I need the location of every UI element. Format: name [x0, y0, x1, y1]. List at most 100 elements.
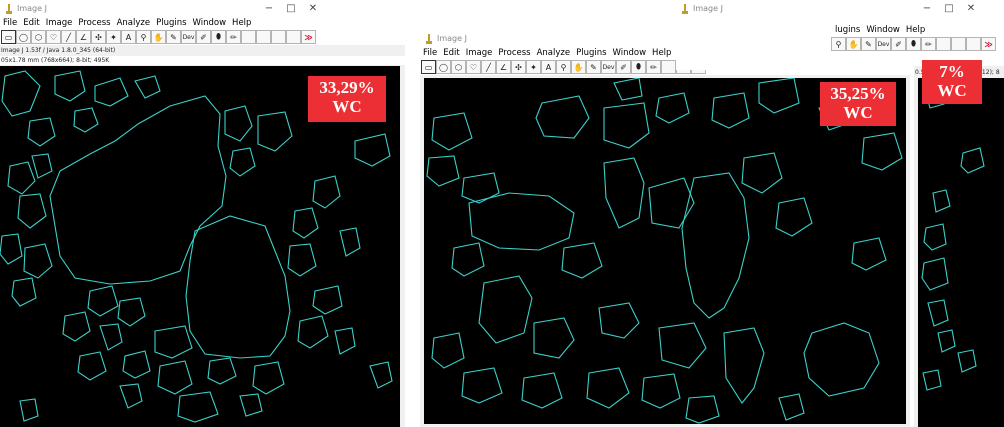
- region-outline: [312, 285, 343, 315]
- menu-window[interactable]: Window: [190, 18, 230, 28]
- blank-tool-slot[interactable]: [661, 60, 676, 74]
- angle-tool-icon[interactable]: ∠: [496, 60, 511, 74]
- hand-tool-icon[interactable]: ✋: [846, 37, 861, 51]
- menu-help[interactable]: Help: [649, 48, 674, 58]
- menu-window[interactable]: Window: [863, 25, 903, 35]
- region-outline: [861, 132, 903, 171]
- dropper-tool-icon[interactable]: ⬮: [906, 37, 921, 51]
- menu-help[interactable]: Help: [903, 25, 928, 35]
- blank-tool-slot[interactable]: [271, 30, 286, 44]
- region-outline: [49, 95, 227, 285]
- wand-tool-icon[interactable]: ✦: [526, 60, 541, 74]
- text-tool-icon[interactable]: A: [121, 30, 136, 44]
- menu-image[interactable]: Image: [43, 18, 76, 28]
- region-outline: [658, 322, 707, 369]
- more-tools-icon[interactable]: ≫: [981, 37, 996, 51]
- pencil-tool-icon[interactable]: ✏: [646, 60, 661, 74]
- minimize-button[interactable]: −: [916, 3, 938, 14]
- line-tool-icon[interactable]: ╱: [481, 60, 496, 74]
- dev-tool-icon[interactable]: Dev: [601, 60, 616, 74]
- freehand-tool-icon[interactable]: ♡: [466, 60, 481, 74]
- magnifier-tool-icon[interactable]: ⚲: [831, 37, 846, 51]
- region-outline: [851, 237, 887, 271]
- image-canvas[interactable]: [918, 78, 1004, 427]
- close-button[interactable]: ✕: [960, 3, 982, 14]
- image-canvas[interactable]: [424, 78, 906, 424]
- menu-process[interactable]: Process: [75, 18, 113, 28]
- point-tool-icon[interactable]: ✣: [91, 30, 106, 44]
- minimize-button[interactable]: −: [258, 3, 280, 14]
- dropper-tool-icon[interactable]: ⬮: [631, 60, 646, 74]
- hand-tool-icon[interactable]: ✋: [571, 60, 586, 74]
- polygon-tool-icon[interactable]: ⬡: [31, 30, 46, 44]
- blank-tool-slot[interactable]: [966, 37, 981, 51]
- menu-bar: lugins Window Help: [832, 24, 1004, 36]
- menu-edit[interactable]: Edit: [20, 18, 42, 28]
- region-outline: [207, 357, 237, 385]
- pencil-tool-icon[interactable]: ✏: [921, 37, 936, 51]
- blank-tool-slot[interactable]: [286, 30, 301, 44]
- menu-edit[interactable]: Edit: [440, 48, 462, 58]
- menu-bar: File Edit Image Process Analyze Plugins …: [0, 17, 405, 29]
- region-outline: [603, 102, 650, 149]
- brush-tool-icon[interactable]: ✐: [616, 60, 631, 74]
- brush-tool-icon[interactable]: ✐: [196, 30, 211, 44]
- text-tool-icon[interactable]: A: [541, 60, 556, 74]
- rectangle-tool-icon[interactable]: ▭: [1, 30, 16, 44]
- region-outline: [586, 367, 630, 409]
- region-outline: [921, 257, 949, 291]
- polygon-tool-icon[interactable]: ⬡: [451, 60, 466, 74]
- angle-tool-icon[interactable]: ∠: [76, 30, 91, 44]
- region-outline: [775, 197, 813, 237]
- oval-tool-icon[interactable]: ◯: [436, 60, 451, 74]
- maximize-button[interactable]: □: [280, 3, 302, 14]
- title-bar: Image J − □ ✕: [0, 0, 405, 17]
- pencil-tool-icon[interactable]: ✏: [226, 30, 241, 44]
- menu-file[interactable]: File: [420, 48, 440, 58]
- wc-value: 33,29%: [319, 78, 375, 97]
- region-outline: [937, 329, 956, 353]
- window-controls: − □ ✕: [258, 0, 324, 17]
- hand-tool-icon[interactable]: ✋: [151, 30, 166, 44]
- menu-analyze[interactable]: Analyze: [114, 18, 154, 28]
- dev-tool-icon[interactable]: Dev: [181, 30, 196, 44]
- maximize-button[interactable]: □: [938, 3, 960, 14]
- dropper-tool-icon[interactable]: ⬮: [211, 30, 226, 44]
- rectangle-tool-icon[interactable]: ▭: [421, 60, 436, 74]
- line-tool-icon[interactable]: ╱: [61, 30, 76, 44]
- oval-tool-icon[interactable]: ◯: [16, 30, 31, 44]
- menu-plugins[interactable]: Plugins: [153, 18, 189, 28]
- menu-process[interactable]: Process: [495, 48, 533, 58]
- magnifier-tool-icon[interactable]: ⚲: [556, 60, 571, 74]
- wand-tool-icon[interactable]: ✦: [106, 30, 121, 44]
- freehand-tool-icon[interactable]: ♡: [46, 30, 61, 44]
- toolbar: ⚲ ✋ ✎ Dev ✐ ⬮ ✏ ≫: [830, 36, 1004, 52]
- imagej-app-icon: [426, 33, 432, 44]
- more-tools-icon[interactable]: ≫: [301, 30, 316, 44]
- menu-plugins[interactable]: Plugins: [573, 48, 609, 58]
- menu-window[interactable]: Window: [610, 48, 650, 58]
- menu-file[interactable]: File: [0, 18, 20, 28]
- point-tool-icon[interactable]: ✣: [511, 60, 526, 74]
- dev-tool-icon[interactable]: Dev: [876, 37, 891, 51]
- region-outline: [461, 367, 503, 404]
- color-picker-tool-icon[interactable]: ✎: [166, 30, 181, 44]
- blank-tool-slot[interactable]: [241, 30, 256, 44]
- color-picker-tool-icon[interactable]: ✎: [861, 37, 876, 51]
- blank-tool-slot[interactable]: [256, 30, 271, 44]
- region-outline: [119, 383, 143, 409]
- color-picker-tool-icon[interactable]: ✎: [586, 60, 601, 74]
- blank-tool-slot[interactable]: [936, 37, 951, 51]
- region-outline: [431, 112, 473, 151]
- magnifier-tool-icon[interactable]: ⚲: [136, 30, 151, 44]
- menu-analyze[interactable]: Analyze: [534, 48, 574, 58]
- blank-tool-slot[interactable]: [951, 37, 966, 51]
- menu-plugins[interactable]: lugins: [832, 25, 863, 35]
- region-outline: [134, 75, 161, 99]
- menu-help[interactable]: Help: [229, 18, 254, 28]
- brush-tool-icon[interactable]: ✐: [891, 37, 906, 51]
- segmentation-overlay: [921, 89, 985, 391]
- close-button[interactable]: ✕: [302, 3, 324, 14]
- menu-image[interactable]: Image: [463, 48, 496, 58]
- region-outline: [932, 189, 951, 213]
